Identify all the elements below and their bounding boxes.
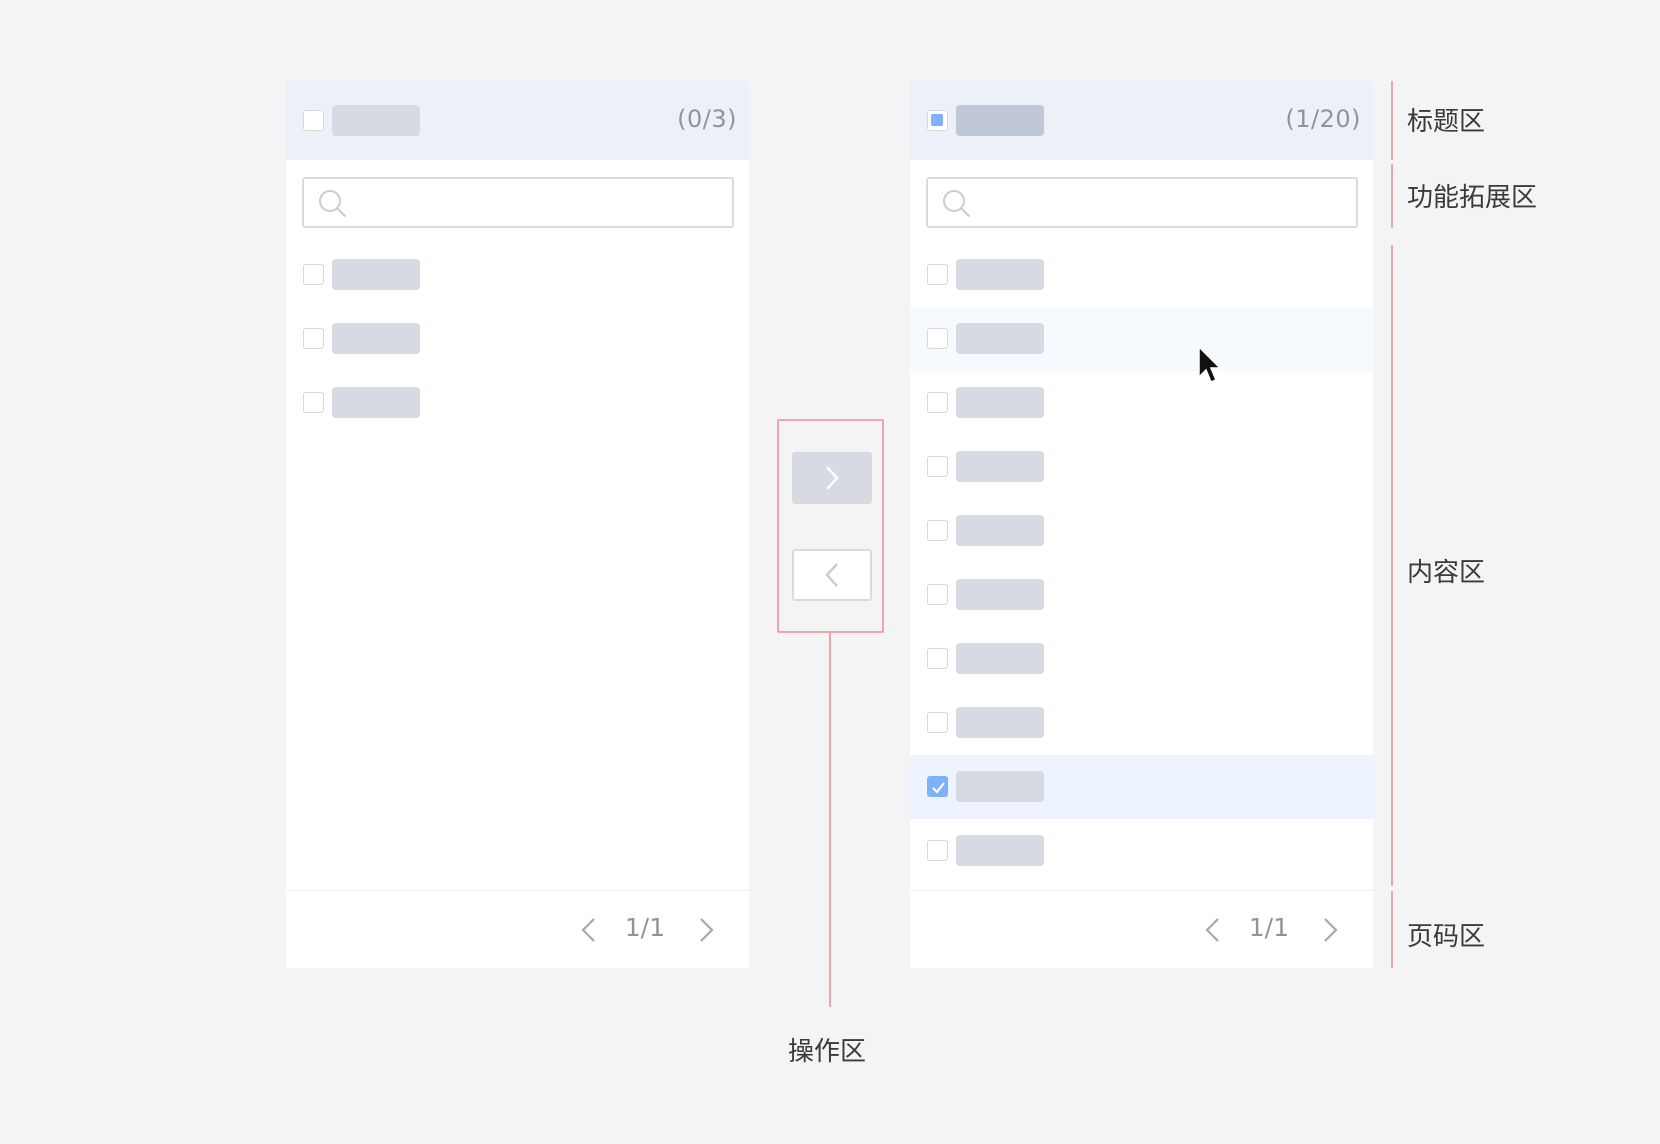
title-area-bracket [1391, 81, 1393, 160]
page-indicator: 1/1 [624, 913, 665, 942]
target-list-item-hovered[interactable] [910, 307, 1373, 371]
item-label-placeholder [956, 643, 1044, 674]
move-to-right-button[interactable] [792, 452, 872, 504]
item-label-placeholder [956, 451, 1044, 482]
item-checkbox[interactable] [927, 712, 948, 733]
item-label-placeholder [956, 579, 1044, 610]
target-list-count: (1/20) [1285, 105, 1361, 133]
item-checkbox[interactable] [303, 264, 324, 285]
chevron-right-icon[interactable] [1321, 917, 1339, 943]
item-checkbox[interactable] [927, 648, 948, 669]
pager-area-label: 页码区 [1407, 922, 1486, 952]
item-checkbox[interactable] [303, 328, 324, 349]
feature-area-bracket [1391, 164, 1393, 228]
source-list-item[interactable] [286, 307, 749, 371]
target-list-title-placeholder [956, 105, 1044, 136]
title-area-label: 标题区 [1407, 107, 1486, 137]
move-to-left-button[interactable] [792, 549, 872, 601]
chevron-right-icon [826, 466, 839, 490]
item-label-placeholder [332, 259, 420, 290]
source-select-all-checkbox[interactable] [303, 110, 324, 131]
target-list-header: (1/20) [910, 81, 1373, 160]
target-list-panel: (1/20) 1/1 [910, 81, 1373, 968]
chevron-right-icon[interactable] [697, 917, 715, 943]
item-checkbox[interactable] [927, 328, 948, 349]
target-list-item[interactable] [910, 499, 1373, 563]
item-checkbox[interactable] [927, 264, 948, 285]
item-checkbox-checked[interactable] [927, 776, 948, 797]
target-search-input[interactable] [926, 177, 1358, 228]
item-label-placeholder [332, 387, 420, 418]
check-icon [932, 782, 945, 794]
operation-area-connector [829, 633, 831, 1007]
pager-area-bracket [1391, 891, 1393, 968]
source-list-pager: 1/1 [286, 890, 749, 968]
item-label-placeholder [956, 259, 1044, 290]
page-indicator: 1/1 [1248, 913, 1289, 942]
target-list-item[interactable] [910, 435, 1373, 499]
search-icon [319, 190, 346, 217]
item-label-placeholder [956, 771, 1044, 802]
chevron-left-icon[interactable] [580, 917, 598, 943]
chevron-left-icon[interactable] [1204, 917, 1222, 943]
target-list-item[interactable] [910, 371, 1373, 435]
target-list-item[interactable] [910, 243, 1373, 307]
content-area-bracket [1391, 245, 1393, 886]
item-checkbox[interactable] [927, 392, 948, 413]
feature-area-label: 功能拓展区 [1407, 183, 1538, 213]
item-label-placeholder [956, 707, 1044, 738]
item-label-placeholder [956, 323, 1044, 354]
item-checkbox[interactable] [927, 584, 948, 605]
target-select-all-checkbox[interactable] [927, 110, 948, 131]
target-list-item-selected[interactable] [910, 755, 1373, 819]
item-label-placeholder [332, 323, 420, 354]
source-list-title-placeholder [332, 105, 420, 136]
target-list-pager: 1/1 [910, 890, 1373, 968]
item-label-placeholder [956, 515, 1044, 546]
operation-area-label: 操作区 [788, 1037, 867, 1067]
item-label-placeholder [956, 835, 1044, 866]
source-list-item[interactable] [286, 371, 749, 435]
mouse-cursor-icon [1198, 345, 1222, 383]
target-list-item[interactable] [910, 563, 1373, 627]
chevron-left-icon [825, 563, 838, 587]
source-list-count: (0/3) [677, 105, 737, 133]
content-area-label: 内容区 [1407, 558, 1486, 588]
source-list-panel: (0/3) 1/1 [286, 81, 749, 968]
source-list-header: (0/3) [286, 81, 749, 160]
target-list-item[interactable] [910, 819, 1373, 883]
item-label-placeholder [956, 387, 1044, 418]
item-checkbox[interactable] [303, 392, 324, 413]
item-checkbox[interactable] [927, 840, 948, 861]
source-list-item[interactable] [286, 243, 749, 307]
target-list-item[interactable] [910, 691, 1373, 755]
source-search-input[interactable] [302, 177, 734, 228]
item-checkbox[interactable] [927, 520, 948, 541]
target-list-item[interactable] [910, 627, 1373, 691]
search-icon [943, 190, 970, 217]
item-checkbox[interactable] [927, 456, 948, 477]
operation-area [777, 419, 884, 633]
